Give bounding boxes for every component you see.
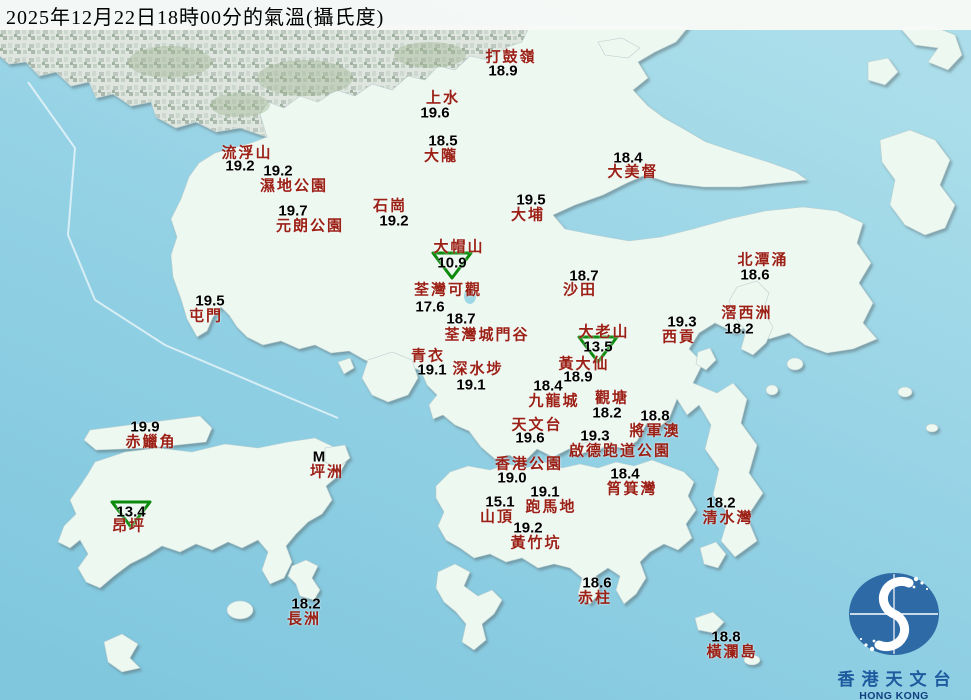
- station-name: 荃灣城門谷: [444, 327, 530, 344]
- station-name: 西貢: [661, 329, 697, 346]
- station-name: 元朗公園: [275, 218, 345, 235]
- station-name: 天文台: [511, 417, 563, 434]
- station-name: 大帽山: [433, 239, 485, 256]
- station-name: 筲箕灣: [606, 481, 658, 498]
- station-name: 橫瀾島: [706, 644, 758, 661]
- station-name: 青衣: [410, 348, 446, 365]
- station-name: 大美督: [607, 164, 659, 181]
- station-name: 赤鱲角: [125, 434, 177, 451]
- station-name: 跑馬地: [525, 499, 577, 516]
- station-name: 荃灣可觀: [413, 282, 483, 299]
- station-value: 10.9: [437, 254, 467, 272]
- station-value: 17.6: [415, 298, 445, 316]
- station-name: 深水埗: [452, 361, 504, 378]
- station-name: 香港公園: [494, 456, 564, 473]
- map-title: 2025年12月22日18時00分的氣溫(攝氏度): [6, 6, 385, 29]
- hko-logo-name-zh: 香港天文台: [837, 670, 958, 689]
- station-name: 啟德跑道公園: [568, 443, 672, 460]
- map-title-bar: 2025年12月22日18時00分的氣溫(攝氏度): [0, 0, 971, 30]
- station-name: 大老山: [578, 324, 630, 341]
- station-name: 沙田: [562, 282, 598, 299]
- station-name: 屯門: [188, 308, 224, 325]
- hko-logo: 香港天文台 HONG KONG OBSERVATORY: [819, 570, 969, 700]
- station-name: 黃竹坑: [510, 535, 562, 552]
- station-name: 昂坪: [111, 518, 147, 535]
- station-name: 大埔: [510, 207, 546, 224]
- station-name: 長洲: [286, 611, 322, 628]
- station-name: 大隴: [423, 148, 459, 165]
- station-name: 上水: [425, 90, 461, 107]
- station-name: 石崗: [372, 198, 408, 215]
- station-name: 山頂: [479, 509, 515, 526]
- station-name: 北潭涌: [737, 252, 789, 269]
- station-name: 九龍城: [528, 393, 580, 410]
- station-name: 清水灣: [702, 510, 754, 527]
- station-name: 將軍澳: [629, 423, 681, 440]
- station-name: 坪洲: [309, 464, 345, 481]
- station-value: 18.2: [724, 320, 754, 338]
- hko-logo-name-en: HONG KONG OBSERVATORY: [859, 690, 929, 700]
- station-name: 赤柱: [577, 590, 613, 607]
- station-name: 打鼓嶺: [485, 49, 537, 66]
- hko-temperature-map: 18.9 打鼓嶺 19.6 上水 18.5 大隴 18.4 大美督 19.2 流浮山 19.2 濕地公…: [0, 0, 971, 700]
- station-name: 觀塘: [594, 390, 630, 407]
- hko-logo-mark: [849, 573, 939, 655]
- station-value: 19.1: [456, 376, 486, 394]
- station-name: 濕地公園: [259, 178, 329, 195]
- station-name: 滘西洲: [721, 305, 773, 322]
- station-name: 黃大仙: [558, 356, 610, 373]
- station-name: 流浮山: [221, 145, 273, 162]
